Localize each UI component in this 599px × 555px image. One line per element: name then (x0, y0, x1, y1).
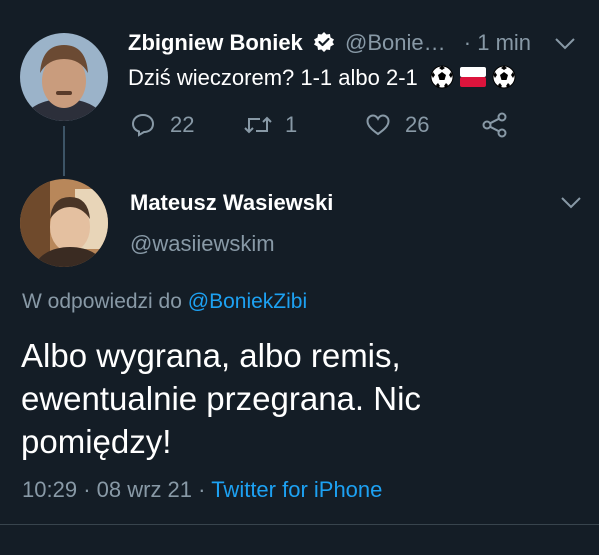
reply-text-line: Albo wygrana, albo remis, (21, 337, 401, 374)
avatar-boniek[interactable] (20, 33, 108, 121)
retweet-button[interactable]: 1 (243, 112, 297, 138)
reply-icon (130, 112, 156, 138)
reply-context: W odpowiedzi do @BoniekZibi (22, 290, 307, 314)
meta-separator: · (83, 477, 97, 502)
tweet-source[interactable]: Twitter for iPhone (211, 477, 382, 502)
retweet-icon (243, 112, 273, 138)
tweet-meta: 10:29 · 08 wrz 21 · Twitter for iPhone (22, 477, 382, 503)
tweet-text: Dziś wieczorem? 1-1 albo 2-1 (128, 65, 516, 95)
reply-to-mention[interactable]: @BoniekZibi (188, 290, 307, 313)
reply-button[interactable]: 22 (130, 112, 194, 138)
meta-separator: · (198, 477, 212, 502)
poland-flag-icon (460, 67, 487, 93)
author-handle[interactable]: @Bonie… (345, 30, 446, 55)
reply-text-line: ewentualnie przegrana. Nic (21, 380, 421, 417)
author-name[interactable]: Zbigniew Boniek (128, 30, 303, 55)
tweet-header: Zbigniew Boniek @Bonie… · 1 min (128, 30, 531, 59)
reply-context-label: W odpowiedzi do (22, 290, 182, 313)
tweet-time[interactable]: · 1 min (464, 30, 531, 55)
share-button[interactable] (481, 112, 509, 138)
reply-author-name[interactable]: Mateusz Wasiewski (130, 190, 333, 216)
thread-connector (63, 126, 65, 176)
avatar-wasiewski[interactable] (20, 179, 108, 267)
tweet-date[interactable]: 08 wrz 21 (97, 477, 192, 502)
heart-icon (365, 112, 391, 138)
chevron-down-icon[interactable] (554, 37, 576, 56)
chevron-down-icon[interactable] (560, 196, 582, 215)
soccer-ball-icon (492, 65, 516, 95)
tweet-time[interactable]: 10:29 (22, 477, 77, 502)
reply-text-line: pomiędzy! (21, 423, 172, 460)
share-icon (481, 112, 509, 138)
reply-count: 22 (170, 112, 195, 137)
verified-badge-icon (313, 31, 335, 59)
reply-text: Albo wygrana, albo remis, ewentualnie pr… (21, 334, 421, 463)
like-count: 26 (405, 112, 430, 137)
divider (0, 524, 599, 525)
reply-author-handle[interactable]: @wasiiewskim (130, 231, 275, 257)
retweet-count: 1 (285, 112, 298, 137)
like-button[interactable]: 26 (365, 112, 429, 138)
tweet-text-content: Dziś wieczorem? 1-1 albo 2-1 (128, 65, 418, 90)
soccer-ball-icon (430, 65, 454, 95)
